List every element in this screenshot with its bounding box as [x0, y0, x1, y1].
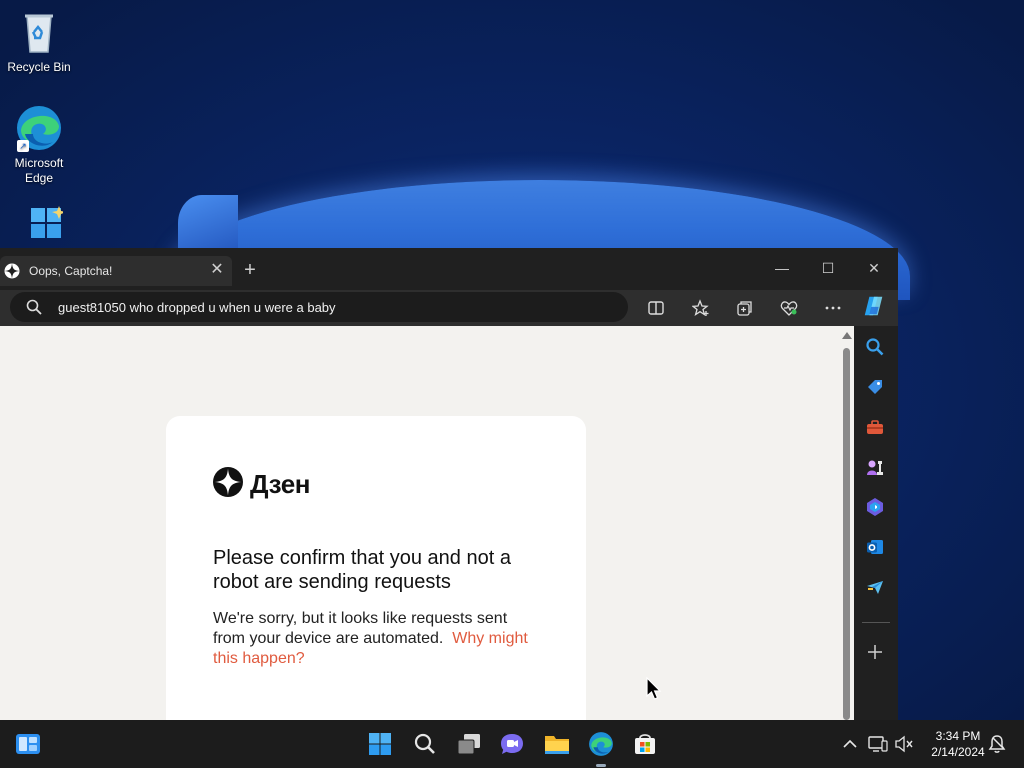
captcha-heading: Please confirm that you and not a robot … [213, 547, 511, 593]
widgets-icon[interactable] [14, 730, 42, 758]
collections-icon[interactable] [733, 296, 757, 320]
browser-window: Oops, Captcha! ✕ + — ☐ ✕ guest81050 who … [0, 248, 898, 720]
scroll-up-arrow-icon[interactable] [842, 332, 852, 339]
volume-muted-icon[interactable] [892, 730, 916, 758]
copilot-icon[interactable] [862, 294, 886, 318]
show-hidden-icons-chevron-icon[interactable] [838, 730, 862, 758]
new-tab-button[interactable]: + [240, 260, 260, 280]
desktop-icon-label: Recycle Bin [7, 60, 71, 74]
sidebar-shopping-icon[interactable] [864, 376, 886, 398]
page-content: Дзен Please confirm that you and not a r… [0, 326, 840, 720]
desktop-icon-recycle-bin[interactable]: Recycle Bin [1, 8, 77, 75]
sidebar-drop-icon[interactable] [864, 576, 886, 598]
dzen-favicon-icon [4, 263, 20, 279]
captcha-message: We're sorry, but it looks like requests … [213, 609, 543, 669]
tab-close-icon[interactable]: ✕ [208, 261, 226, 279]
sidebar-office-icon[interactable] [864, 496, 886, 518]
tab-strip: Oops, Captcha! ✕ + — ☐ ✕ [0, 248, 898, 294]
tab-title: Oops, Captcha! [29, 264, 113, 278]
edge-sidebar [854, 326, 898, 720]
dzen-logo: Дзен [213, 466, 310, 502]
browser-essentials-icon[interactable] [777, 296, 801, 320]
taskbar-edge-icon[interactable] [587, 730, 615, 758]
network-icon[interactable] [866, 730, 890, 758]
file-explorer-icon[interactable] [543, 730, 571, 758]
windows-app-icon [15, 204, 66, 252]
captcha-card: Дзен Please confirm that you and not a r… [166, 416, 586, 720]
active-app-indicator [596, 764, 606, 767]
sidebar-tools-icon[interactable] [864, 416, 886, 438]
search-icon [26, 299, 42, 315]
sidebar-divider [862, 622, 890, 623]
dzen-logo-icon [213, 466, 243, 502]
dzen-wordmark: Дзен [250, 468, 310, 499]
sidebar-games-icon[interactable] [864, 456, 886, 478]
notifications-icon[interactable] [984, 730, 1010, 758]
more-options-icon[interactable] [821, 296, 845, 320]
taskbar-search-icon[interactable] [411, 730, 439, 758]
split-screen-icon[interactable] [644, 296, 668, 320]
address-text: guest81050 who dropped u when u were a b… [58, 300, 336, 315]
taskbar: 3:34 PM 2/14/2024 [0, 720, 1024, 768]
maximize-button[interactable]: ☐ [805, 254, 851, 282]
minimize-button[interactable]: — [759, 254, 805, 282]
edge-icon: ↗ [15, 104, 63, 152]
desktop-icon-label: Microsoft Edge [14, 156, 64, 185]
task-view-icon[interactable] [455, 730, 483, 758]
address-bar[interactable]: guest81050 who dropped u when u were a b… [10, 292, 628, 322]
start-button[interactable] [366, 730, 394, 758]
microsoft-store-icon[interactable] [631, 730, 659, 758]
sidebar-search-icon[interactable] [864, 336, 886, 358]
shortcut-arrow-icon: ↗ [17, 140, 29, 152]
sidebar-outlook-icon[interactable] [864, 536, 886, 558]
scrollbar-thumb[interactable] [843, 348, 850, 720]
recycle-bin-icon [15, 8, 63, 56]
tab-captcha[interactable]: Oops, Captcha! ✕ [0, 256, 232, 286]
desktop-icon-edge[interactable]: ↗ Microsoft Edge [1, 104, 77, 186]
close-window-button[interactable]: ✕ [851, 254, 897, 282]
chat-icon[interactable] [498, 730, 526, 758]
browser-toolbar: guest81050 who dropped u when u were a b… [0, 290, 898, 326]
favorites-icon[interactable] [689, 296, 713, 320]
sidebar-add-icon[interactable] [864, 641, 886, 663]
